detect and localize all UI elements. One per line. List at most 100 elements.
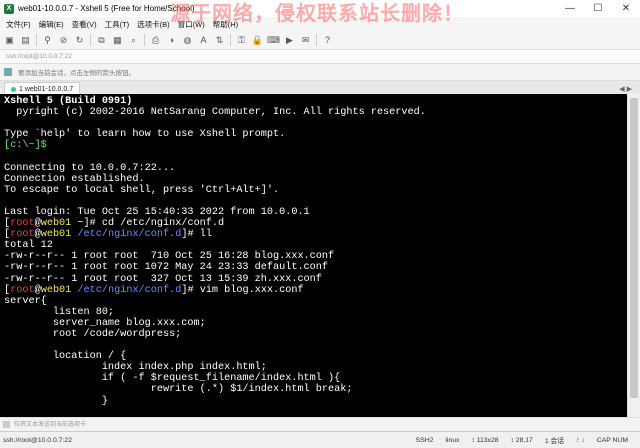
terminal-text-segment: server_name blog.xxx.com; bbox=[4, 317, 206, 329]
session-address-input[interactable]: ssh://root@10.0.0.7:22 bbox=[4, 52, 640, 62]
menu-file[interactable]: 文件(F) bbox=[6, 19, 31, 30]
terminal-text-segment: To escape to local shell, press 'Ctrl+Al… bbox=[4, 184, 280, 196]
terminal-line: server_name blog.xxx.com; bbox=[4, 318, 628, 329]
terminal-text-segment: [c:\~]$ bbox=[4, 140, 47, 152]
terminal-line: -rw-r--r-- 1 root root 1072 May 24 23:33… bbox=[4, 262, 628, 273]
terminal-text-segment: Type `help' to learn how to use Xshell p… bbox=[4, 129, 286, 141]
terminal-text-segment: Connection established. bbox=[4, 173, 145, 185]
disconnect-icon[interactable]: ⊘ bbox=[58, 35, 69, 46]
keyboard-icon[interactable]: ⌨ bbox=[267, 35, 280, 46]
terminal-line: To escape to local shell, press 'Ctrl+Al… bbox=[4, 185, 628, 196]
transfer-icon[interactable]: ⇅ bbox=[214, 35, 225, 46]
menu-tab[interactable]: 选项卡(B) bbox=[137, 19, 170, 30]
terminal-line: index index.php index.html; bbox=[4, 362, 628, 373]
copy-icon[interactable]: ⧉ bbox=[96, 35, 107, 46]
maximize-button[interactable]: ☐ bbox=[584, 0, 612, 17]
terminal-text-segment: -rw-r--r-- 1 root root 327 Oct 13 15:39 … bbox=[4, 273, 322, 285]
toolbar-separator bbox=[144, 34, 145, 46]
chat-icon[interactable]: ✉ bbox=[300, 35, 311, 46]
status-protocol: SSH2 bbox=[415, 436, 434, 444]
terminal-line: [root@web01 /etc/nginx/conf.d]# vim blog… bbox=[4, 285, 628, 296]
terminal-text-segment: if ( -f $request_filename/index.html ){ bbox=[4, 373, 341, 385]
terminal-text-segment: -rw-r--r-- 1 root root 1072 May 24 23:33… bbox=[4, 262, 329, 274]
session-hint-bar: 要添加当前会话，点击左侧的箭头按钮。 bbox=[0, 64, 640, 81]
terminal-text-segment: /etc/nginx/conf.d bbox=[77, 284, 182, 296]
terminal-output[interactable]: Xshell 5 (Build 0991) pyright (c) 2002-2… bbox=[0, 94, 628, 417]
terminal-line: rewrite (.*) $1/index.html break; bbox=[4, 384, 628, 395]
terminal-text-segment: listen 80; bbox=[4, 306, 115, 318]
find-icon[interactable]: ⌕ bbox=[128, 35, 139, 46]
reconnect-icon[interactable]: ↻ bbox=[74, 35, 85, 46]
status-sessions: 1 会话 bbox=[544, 438, 565, 445]
terminal-text-segment: Connecting to 10.0.0.7:22... bbox=[4, 162, 176, 174]
new-session-icon[interactable]: ▣ bbox=[4, 35, 15, 46]
terminal-line: -rw-r--r-- 1 root root 710 Oct 25 16:28 … bbox=[4, 251, 628, 262]
terminal-text-segment: root /code/wordpress; bbox=[4, 328, 182, 340]
terminal-text-segment: Last login: Tue Oct 25 15:40:33 2022 fro… bbox=[4, 206, 310, 218]
terminal-line: root /code/wordpress; bbox=[4, 329, 628, 340]
close-button[interactable]: ✕ bbox=[612, 0, 640, 17]
open-folder-icon[interactable]: ▤ bbox=[20, 35, 31, 46]
terminal-line: Type `help' to learn how to use Xshell p… bbox=[4, 129, 628, 140]
watermark-text: 源于网络，侵权联系站长删除！ bbox=[170, 1, 464, 25]
print-icon[interactable]: ⎙ bbox=[150, 35, 161, 46]
window-title: web01-10.0.0.7 - Xshell 5 (Free for Home… bbox=[18, 4, 195, 13]
globe-icon[interactable]: ◍ bbox=[182, 35, 193, 46]
terminal-text-segment: ]# ll bbox=[181, 229, 212, 241]
terminal-scrollbar[interactable] bbox=[627, 94, 640, 417]
help-icon[interactable]: ? bbox=[322, 35, 333, 46]
toolbar-separator bbox=[230, 34, 231, 46]
terminal-text-segment: -rw-r--r-- 1 root root 710 Oct 25 16:28 … bbox=[4, 251, 335, 263]
terminal-line: location / { bbox=[4, 351, 628, 362]
terminal-text-segment: ]# vim blog.xxx.conf bbox=[181, 284, 304, 296]
color-scheme-icon[interactable]: ◑ bbox=[166, 35, 177, 46]
terminal-text-segment: /etc/nginx/conf.d bbox=[77, 229, 182, 241]
minimize-button[interactable]: — bbox=[556, 0, 584, 17]
terminal-line: total 12 bbox=[4, 240, 628, 251]
terminal-line: [root@web01 ~]# cd /etc/nginx/conf.d bbox=[4, 218, 628, 229]
terminal-line: pyright (c) 2002-2016 NetSarang Computer… bbox=[4, 107, 628, 118]
toolbar-separator bbox=[90, 34, 91, 46]
toolbar-separator bbox=[36, 34, 37, 46]
status-keys: CAP NUM bbox=[596, 436, 628, 444]
terminal-text-segment: rewrite (.*) $1/index.html break; bbox=[4, 384, 353, 396]
script-icon[interactable]: ▶ bbox=[284, 35, 295, 46]
menu-view[interactable]: 查看(V) bbox=[72, 19, 97, 30]
connect-icon[interactable]: ⚲ bbox=[42, 35, 53, 46]
xshell-app-icon: X bbox=[4, 3, 14, 14]
terminal-text-segment: index index.php index.html; bbox=[4, 362, 267, 374]
terminal-text-segment: total 12 bbox=[4, 240, 53, 252]
menu-tools[interactable]: 工具(T) bbox=[105, 19, 130, 30]
terminal-text-segment: server{ bbox=[4, 295, 47, 307]
hint-text: 要添加当前会话，点击左侧的箭头按钮。 bbox=[18, 70, 135, 77]
scrollbar-thumb[interactable] bbox=[630, 98, 638, 398]
terminal-line: [root@web01 /etc/nginx/conf.d]# ll bbox=[4, 229, 628, 240]
terminal-line: Xshell 5 (Build 0991) bbox=[4, 96, 628, 107]
terminal-text-segment: web01 bbox=[40, 229, 72, 241]
terminal-text-segment: root bbox=[10, 218, 35, 230]
terminal-line: -rw-r--r-- 1 root root 327 Oct 13 15:39 … bbox=[4, 274, 628, 285]
compose-bar[interactable]: 仅将文本发送到当前选项卡 bbox=[0, 417, 640, 431]
status-terminal-type: linux bbox=[445, 436, 460, 444]
compose-icon bbox=[3, 421, 10, 428]
key-icon[interactable]: ⚿ bbox=[236, 35, 247, 46]
terminal-text-segment: ~]# cd /etc/nginx/conf.d bbox=[71, 218, 225, 230]
terminal-text-segment: web01 bbox=[40, 284, 72, 296]
compose-hint: 仅将文本发送到当前选项卡 bbox=[14, 422, 87, 428]
paste-icon[interactable]: ▦ bbox=[112, 35, 123, 46]
address-bar: ssh://root@10.0.0.7:22 bbox=[0, 50, 640, 64]
title-bar: X web01-10.0.0.7 - Xshell 5 (Free for Ho… bbox=[0, 0, 640, 25]
lock-icon[interactable]: 🔒 bbox=[252, 35, 263, 46]
menu-edit[interactable]: 编辑(E) bbox=[39, 19, 64, 30]
terminal-line: server{ bbox=[4, 296, 628, 307]
arrow-icon[interactable] bbox=[4, 68, 12, 76]
terminal-line: [c:\~]$ bbox=[4, 140, 628, 151]
terminal-line: Connection established. bbox=[4, 174, 628, 185]
terminal-text-segment: root bbox=[10, 229, 35, 241]
toolbar: ▣ ▤ ⚲ ⊘ ↻ ⧉ ▦ ⌕ ⎙ ◑ ◍ A ⇅ ⚿ 🔒 ⌨ ▶ ✉ ? bbox=[0, 31, 640, 50]
font-icon[interactable]: A bbox=[198, 35, 209, 46]
status-cursor: ↕ 28,17 bbox=[510, 436, 533, 444]
status-transfer: ↑ ↓ bbox=[576, 436, 585, 444]
